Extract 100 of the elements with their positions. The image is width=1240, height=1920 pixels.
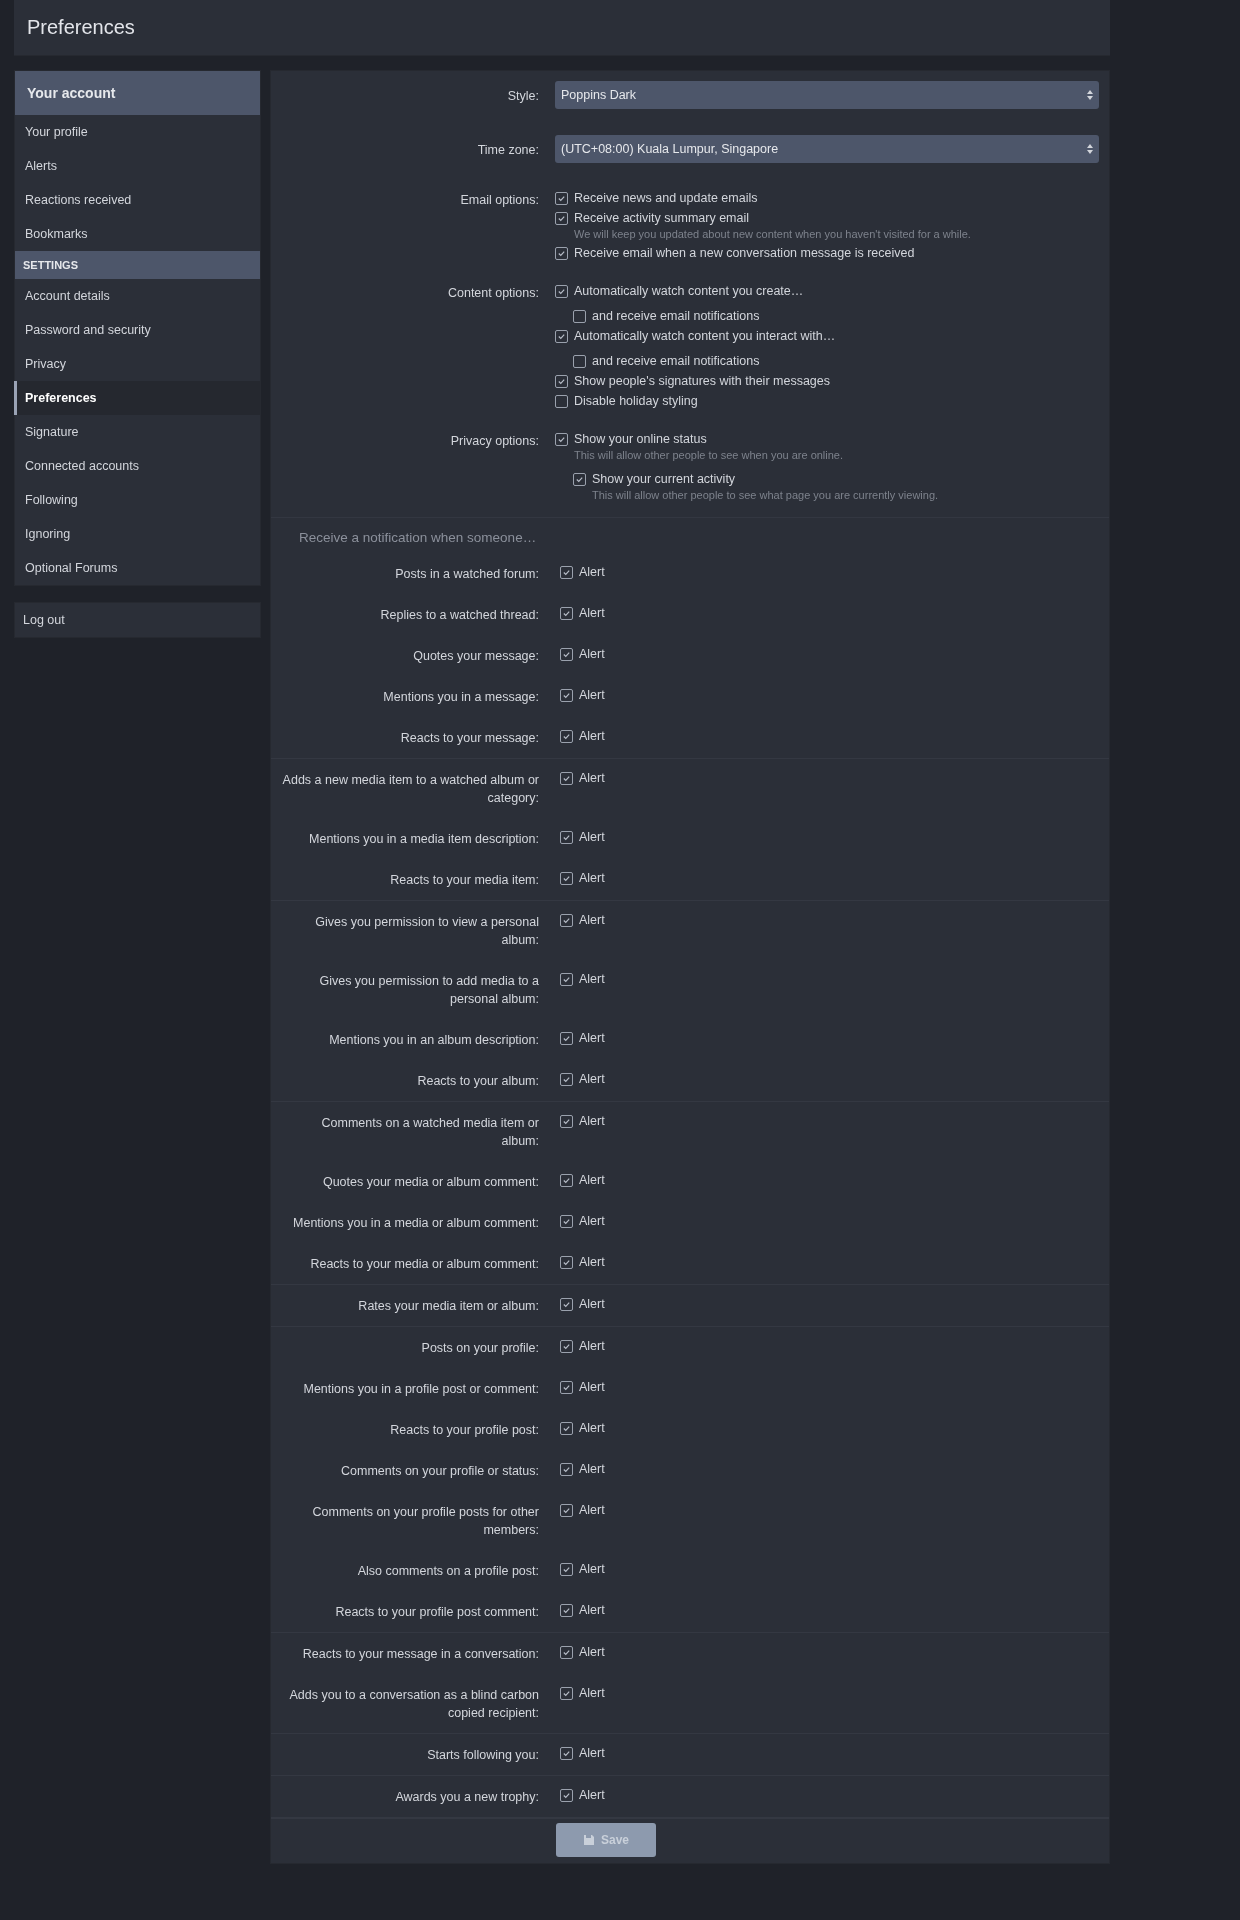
checkbox[interactable] bbox=[560, 1115, 573, 1128]
check-mark-icon bbox=[562, 1606, 571, 1615]
checkbox[interactable] bbox=[555, 211, 568, 225]
checkbox[interactable] bbox=[573, 472, 586, 486]
checkbox[interactable] bbox=[560, 566, 573, 579]
checkbox[interactable] bbox=[560, 1747, 573, 1760]
checkbox-label: Alert bbox=[579, 1422, 605, 1435]
notification-label: Posts on your profile: bbox=[420, 1340, 539, 1357]
checkbox[interactable] bbox=[555, 432, 568, 446]
checkbox[interactable] bbox=[560, 1463, 573, 1476]
sidebar-item[interactable]: Privacy bbox=[14, 347, 260, 381]
checkbox-label: Alert bbox=[579, 1789, 605, 1802]
checkbox[interactable] bbox=[573, 354, 586, 368]
checkbox[interactable] bbox=[560, 730, 573, 743]
check-mark-icon bbox=[562, 916, 571, 925]
check-mark-icon bbox=[562, 774, 571, 783]
sidebar-heading: Your account bbox=[15, 71, 260, 115]
check-mark-icon bbox=[562, 650, 571, 659]
check-mark-icon bbox=[562, 1689, 571, 1698]
check-mark-icon bbox=[557, 376, 566, 386]
checkbox-label: Show people's signatures with their messages bbox=[574, 374, 830, 388]
check-mark-icon bbox=[562, 874, 571, 883]
checkbox[interactable] bbox=[573, 309, 586, 323]
checkbox[interactable] bbox=[560, 689, 573, 702]
checkbox[interactable] bbox=[555, 284, 568, 298]
notification-label: Reacts to your profile post: bbox=[389, 1422, 539, 1439]
checkbox[interactable] bbox=[555, 394, 568, 408]
checkbox-label: Alert bbox=[579, 1646, 605, 1659]
notification-label: Awards you a new trophy: bbox=[394, 1789, 539, 1806]
checkbox[interactable] bbox=[560, 1646, 573, 1659]
checkbox[interactable] bbox=[555, 191, 568, 205]
sidebar-item[interactable]: Account details bbox=[14, 279, 260, 313]
notification-label: Reacts to your media item: bbox=[389, 872, 539, 889]
checkbox[interactable] bbox=[560, 1789, 573, 1802]
check-mark-icon bbox=[557, 331, 566, 341]
notification-label: Reacts to your media or album comment: bbox=[309, 1256, 539, 1273]
notification-label: Mentions you in a media or album comment: bbox=[292, 1215, 539, 1232]
sidebar-item[interactable]: Alerts bbox=[14, 149, 260, 183]
checkbox-label: Receive activity summary email bbox=[574, 211, 750, 225]
check-mark-icon bbox=[562, 833, 571, 842]
checkbox[interactable] bbox=[555, 329, 568, 343]
checkbox[interactable] bbox=[560, 1073, 573, 1086]
checkbox[interactable] bbox=[555, 246, 568, 260]
notification-label: Adds a new media item to a watched album or category: bbox=[281, 772, 539, 807]
checkbox-label: Alert bbox=[579, 772, 605, 785]
sidebar-item[interactable]: Your profile bbox=[14, 115, 260, 149]
checkbox[interactable] bbox=[560, 1504, 573, 1517]
notification-label: Quotes your media or album comment: bbox=[321, 1174, 539, 1191]
checkbox[interactable] bbox=[560, 1174, 573, 1187]
check-mark-icon bbox=[557, 286, 566, 296]
sidebar-item[interactable]: Signature bbox=[14, 415, 260, 449]
checkbox-label: Alert bbox=[579, 973, 605, 986]
checkbox-label: Disable holiday styling bbox=[574, 394, 698, 408]
logout-link[interactable]: Log out bbox=[14, 602, 261, 638]
checkbox[interactable] bbox=[560, 872, 573, 885]
check-mark-icon bbox=[562, 1648, 571, 1657]
checkbox[interactable] bbox=[560, 1381, 573, 1394]
sidebar-item[interactable]: Optional Forums bbox=[14, 551, 260, 585]
notification-label: Quotes your message: bbox=[412, 648, 539, 665]
sidebar-item[interactable]: Following bbox=[14, 483, 260, 517]
checkbox[interactable] bbox=[560, 648, 573, 661]
sidebar-item[interactable]: Bookmarks bbox=[14, 217, 260, 251]
checkbox-label: Automatically watch content you interact with… bbox=[574, 329, 836, 343]
checkbox[interactable] bbox=[560, 1422, 573, 1435]
check-mark-icon bbox=[575, 474, 584, 484]
checkbox[interactable] bbox=[560, 1215, 573, 1228]
checkbox[interactable] bbox=[560, 1604, 573, 1617]
notification-label: Mentions you in a profile post or comment: bbox=[302, 1381, 539, 1398]
select-field[interactable]: (UTC+08:00) Kuala Lumpur, Singapore bbox=[555, 135, 1099, 163]
checkbox[interactable] bbox=[560, 1298, 573, 1311]
checkbox-label: Show your current activity bbox=[592, 472, 736, 486]
checkbox[interactable] bbox=[560, 1687, 573, 1700]
checkbox[interactable] bbox=[560, 1032, 573, 1045]
option-hint: We will keep you updated about new content when you haven't visited for a while. bbox=[573, 228, 972, 240]
sidebar-item[interactable]: Connected accounts bbox=[14, 449, 260, 483]
checkbox[interactable] bbox=[560, 973, 573, 986]
check-mark-icon bbox=[562, 1300, 571, 1309]
check-mark-icon bbox=[562, 1424, 571, 1433]
checkbox[interactable] bbox=[560, 1563, 573, 1576]
check-mark-icon bbox=[562, 732, 571, 741]
checkbox[interactable] bbox=[560, 607, 573, 620]
check-mark-icon bbox=[562, 1075, 571, 1084]
checkbox[interactable] bbox=[560, 914, 573, 927]
check-mark-icon bbox=[562, 1176, 571, 1185]
sidebar-item[interactable]: Reactions received bbox=[14, 183, 260, 217]
checkbox[interactable] bbox=[560, 1340, 573, 1353]
notification-label: Gives you permission to add media to a personal album: bbox=[318, 973, 539, 1008]
checkbox-label: Alert bbox=[579, 1747, 605, 1760]
sidebar-item[interactable]: Ignoring bbox=[14, 517, 260, 551]
checkbox[interactable] bbox=[555, 374, 568, 388]
checkbox-label: Alert bbox=[579, 1115, 605, 1128]
sidebar-item[interactable]: Password and security bbox=[14, 313, 260, 347]
select-field[interactable]: Poppins Dark bbox=[555, 81, 1099, 109]
checkbox-label: Receive news and update emails bbox=[574, 191, 758, 205]
checkbox[interactable] bbox=[560, 772, 573, 785]
checkbox[interactable] bbox=[560, 831, 573, 844]
notification-label: Rates your media item or album: bbox=[357, 1298, 539, 1315]
sidebar-item[interactable]: Preferences bbox=[14, 381, 260, 415]
notification-label: Also comments on a profile post: bbox=[356, 1563, 539, 1580]
checkbox[interactable] bbox=[560, 1256, 573, 1269]
